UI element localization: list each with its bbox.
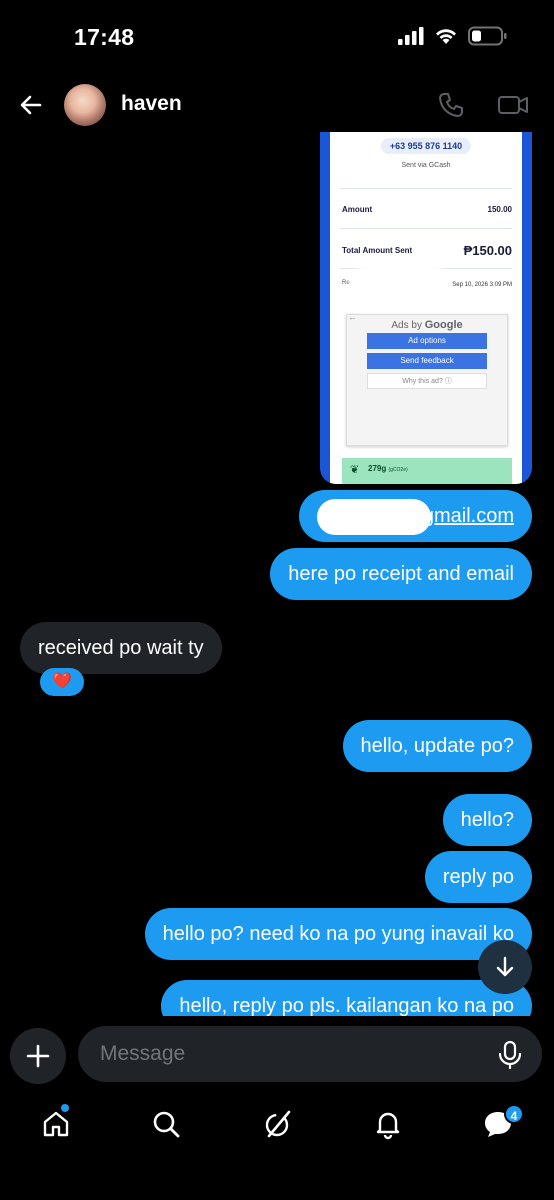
send-feedback-button: Send feedback (367, 353, 487, 369)
signal-icon (398, 27, 424, 45)
ad-back-arrow: ← (348, 312, 357, 322)
ad-panel: Ads by Google Ad options Send feedback W… (346, 314, 508, 446)
ad-title: Ads by Google (347, 319, 507, 331)
message-bubble-outgoing[interactable]: hello, reply po pls. kailangan ko na po (161, 980, 532, 1016)
heart-reaction[interactable]: ❤️ (40, 668, 84, 696)
receipt-amount-value: 150.00 (487, 205, 512, 214)
bottom-navigation (0, 1100, 554, 1150)
attach-button[interactable] (10, 1028, 66, 1084)
status-bar: 17:48 (0, 0, 554, 72)
receipt-date: Sep 10, 2026 3:09 PM (452, 282, 512, 288)
plus-icon (26, 1044, 50, 1068)
scroll-to-bottom-button[interactable] (478, 940, 532, 994)
ad-options-button: Ad options (367, 333, 487, 349)
home-icon[interactable] (40, 1108, 72, 1140)
contact-name[interactable]: haven (121, 92, 182, 116)
redaction-blur (354, 268, 446, 298)
receipt-ref-prefix: Re (342, 280, 350, 286)
ad-title-brand: Google (424, 319, 463, 331)
conversation[interactable]: +63 955 876 1140 Sent via GCash Amount 1… (0, 132, 554, 1016)
leaf-icon: ❦ (350, 464, 360, 476)
wifi-icon (436, 29, 456, 44)
phone-icon[interactable] (436, 90, 466, 120)
carbon-banner: ❦ 279g (gCO2e) (342, 458, 512, 484)
ad-title-prefix: Ads by (391, 320, 422, 331)
redaction-blur (316, 498, 431, 535)
home-notification-dot (61, 1104, 69, 1112)
microphone-icon[interactable] (496, 1040, 524, 1070)
video-icon[interactable] (496, 90, 530, 120)
arrow-down-icon (496, 956, 514, 977)
status-icons (398, 26, 508, 46)
messages-badge: 4 (504, 1104, 524, 1124)
message-bubble-outgoing[interactable]: gmail.com (298, 490, 532, 542)
message-input[interactable] (100, 1026, 480, 1082)
search-icon[interactable] (150, 1108, 182, 1140)
why-this-ad-button: Why this ad? ⓘ (367, 373, 487, 389)
receipt-total-label: Total Amount Sent (342, 246, 413, 255)
receipt-total-value: ₱150.00 (463, 243, 512, 258)
receipt-amount-label: Amount (342, 205, 373, 214)
message-bubble-incoming[interactable]: received po wait ty (20, 622, 222, 674)
avatar[interactable] (64, 84, 106, 126)
carbon-unit: (gCO2e) (388, 467, 408, 473)
receipt-screenshot: +63 955 876 1140 Sent via GCash Amount 1… (330, 132, 522, 484)
back-arrow-icon[interactable] (16, 90, 46, 120)
message-bubble-outgoing[interactable]: reply po (424, 851, 532, 903)
email-link[interactable]: gmail.com (423, 505, 514, 527)
grok-icon[interactable] (262, 1108, 294, 1140)
message-composer (0, 1026, 554, 1086)
image-message[interactable]: +63 955 876 1140 Sent via GCash Amount 1… (320, 132, 532, 484)
status-time: 17:48 (74, 24, 135, 50)
receipt-sent-via: Sent via GCash (401, 162, 451, 169)
message-bubble-outgoing[interactable]: hello po? need ko na po yung inavail ko (144, 908, 532, 960)
message-bubble-outgoing[interactable]: hello, update po? (342, 720, 532, 772)
receipt-phone: +63 955 876 1140 (380, 138, 472, 154)
chat-header: haven (0, 78, 554, 132)
battery-icon (468, 26, 507, 46)
message-field[interactable] (78, 1026, 542, 1082)
carbon-amount: 279g (368, 464, 387, 473)
divider (340, 188, 512, 189)
message-bubble-outgoing[interactable]: here po receipt and email (270, 548, 532, 600)
notifications-icon[interactable] (372, 1108, 404, 1140)
message-bubble-outgoing[interactable]: hello? (442, 794, 532, 846)
divider (340, 228, 512, 229)
